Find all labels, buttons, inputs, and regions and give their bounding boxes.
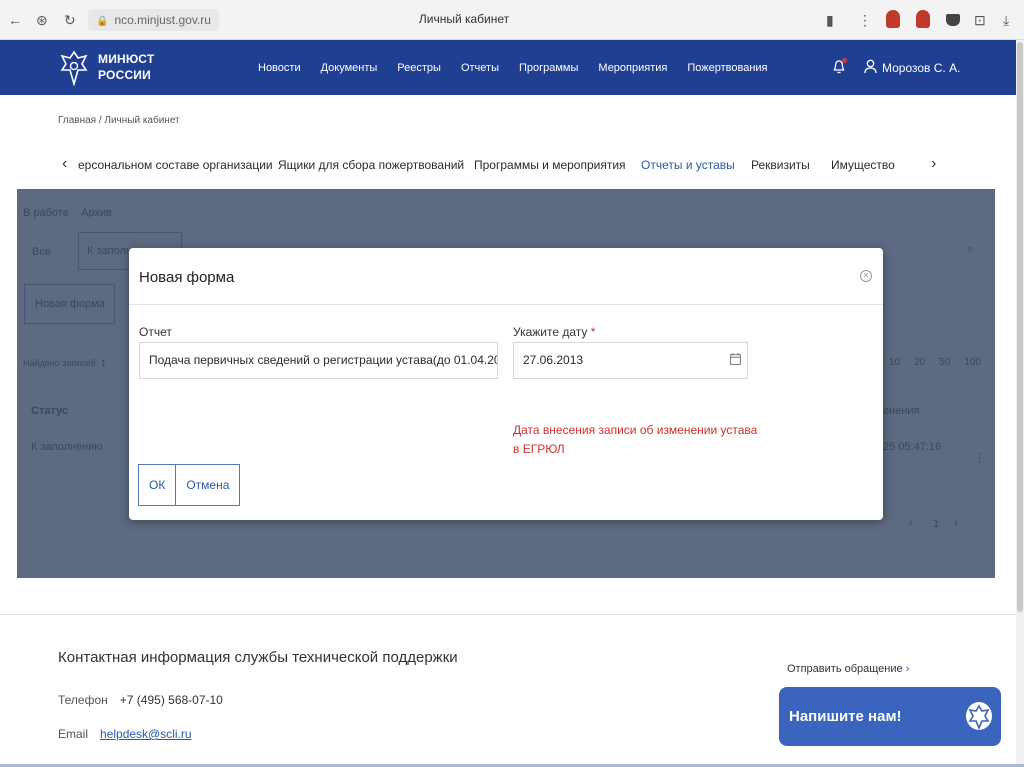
puzzle-extensions-icon[interactable]: ⊡ xyxy=(974,11,986,29)
phone-label: Телефон xyxy=(58,693,108,707)
tab-reports-charters[interactable]: Отчеты и уставы xyxy=(641,158,735,172)
tab-property[interactable]: Имущество xyxy=(831,158,895,172)
nav-documents[interactable]: Документы xyxy=(321,62,378,74)
bg-page-size: 50 xyxy=(939,357,951,368)
date-input[interactable]: 27.06.2013 xyxy=(513,342,748,379)
report-select-value: Подача первичных сведений о регистрации … xyxy=(149,353,498,367)
bg-page-size: 10 xyxy=(889,357,901,368)
bg-row-status: К заполнению xyxy=(31,441,103,453)
eagle-emblem-icon[interactable] xyxy=(60,50,88,86)
bg-page-size-options: 10 20 50 100 xyxy=(889,357,981,368)
bg-page-size: 20 xyxy=(914,357,926,368)
email-link[interactable]: helpdesk@scli.ru xyxy=(100,727,192,741)
chevron-right-icon: › xyxy=(905,663,910,675)
email-label: Email xyxy=(58,727,89,741)
breadcrumb[interactable]: Главная / Личный кабинет xyxy=(58,115,180,126)
bg-found-records: Найдено записей: 1 xyxy=(23,358,106,368)
bg-status-select-text: К заполн xyxy=(87,245,132,257)
report-field-label: Отчет xyxy=(139,325,172,339)
date-validation-error: Дата внесения записи об изменении устава… xyxy=(513,423,758,456)
send-request-link[interactable]: Отправить обращение › xyxy=(787,663,909,675)
bookmark-icon[interactable]: ▮ xyxy=(826,11,834,29)
modal-title: Новая форма xyxy=(139,269,235,286)
footer-title: Контактная информация службы технической… xyxy=(58,649,458,666)
modal-actions: ОК Отмена xyxy=(138,464,241,506)
bg-next-page-icon: › xyxy=(954,517,958,529)
nav-events[interactable]: Мероприятия xyxy=(598,62,667,74)
bg-row-menu-icon: ⋮ xyxy=(974,452,985,464)
nav-reports[interactable]: Отчеты xyxy=(461,62,499,74)
bg-col-changed: енения xyxy=(883,405,920,417)
site-logo[interactable]: МИНЮСТ РОССИИ xyxy=(98,51,154,83)
pocket-icon[interactable] xyxy=(946,14,960,26)
logo-line-1: МИНЮСТ xyxy=(98,52,155,66)
main-nav: Новости Документы Реестры Отчеты Програм… xyxy=(258,62,768,74)
bg-new-form-button: Новая форма xyxy=(24,284,115,324)
download-icon[interactable]: ⤓ xyxy=(1003,11,1009,29)
bg-search-icon: ⌕ xyxy=(967,243,974,255)
tab-requisites[interactable]: Реквизиты xyxy=(751,158,810,172)
user-icon[interactable] xyxy=(864,59,877,74)
tab-programs-events[interactable]: Программы и мероприятия xyxy=(474,158,626,172)
nav-donations[interactable]: Пожертвования xyxy=(687,62,767,74)
bg-tab-in-work: В работе xyxy=(23,207,69,219)
browser-tab-title: Личный кабинет xyxy=(418,12,510,26)
footer-email-row: Email helpdesk@scli.ru xyxy=(58,727,192,741)
bg-filter-all: Все xyxy=(32,246,51,258)
footer-phone-row: Телефон +7 (495) 568-07-10 xyxy=(58,693,223,707)
chevron-right-icon[interactable]: › xyxy=(931,155,936,173)
modal-header: Новая форма ✕ xyxy=(129,248,883,305)
tab-donation-boxes[interactable]: Ящики для сбора пожертвований xyxy=(278,158,464,172)
bg-tab-archive: Архив xyxy=(81,207,112,219)
logo-line-2: РОССИИ xyxy=(98,68,151,82)
footer-divider xyxy=(0,614,1024,615)
required-asterisk: * xyxy=(590,325,596,339)
chevron-left-icon[interactable]: ‹ xyxy=(62,155,67,173)
user-name[interactable]: Морозов С. А. xyxy=(882,61,960,75)
bg-col-status: Статус xyxy=(31,405,69,417)
tab-staff[interactable]: ерсональном составе организации xyxy=(78,158,273,172)
bg-page-number: 1 xyxy=(933,518,940,530)
bg-prev-page-icon: ‹ xyxy=(909,517,913,529)
close-icon[interactable]: ✕ xyxy=(860,270,872,282)
more-menu-icon[interactable]: ⋮ xyxy=(858,11,872,29)
bg-page-size: 100 xyxy=(964,357,982,368)
eagle-emblem-icon xyxy=(966,702,992,730)
date-field-label-text: Укажите дату xyxy=(513,325,588,339)
notification-badge xyxy=(842,58,847,63)
report-select[interactable]: Подача первичных сведений о регистрации … xyxy=(139,342,498,379)
scrollbar-thumb[interactable] xyxy=(1017,42,1023,612)
send-request-link-text: Отправить обращение xyxy=(787,663,903,675)
cancel-button[interactable]: Отмена xyxy=(175,465,240,505)
bg-new-form-button-label: Новая форма xyxy=(35,298,105,310)
phone-number[interactable]: +7 (495) 568-07-10 xyxy=(120,693,223,707)
extension-icon[interactable] xyxy=(886,10,900,28)
chat-button[interactable]: Напишите нам! xyxy=(779,687,1001,746)
nav-registries[interactable]: Реестры xyxy=(397,62,441,74)
date-input-value: 27.06.2013 xyxy=(523,353,584,367)
calendar-icon[interactable] xyxy=(730,353,741,365)
ok-button[interactable]: ОК xyxy=(139,465,176,505)
new-form-modal: Новая форма ✕ Отчет Подача первичных све… xyxy=(129,248,883,520)
chat-button-label: Напишите нам! xyxy=(789,708,902,725)
extension-icon[interactable] xyxy=(916,10,930,28)
nav-programs[interactable]: Программы xyxy=(519,62,578,74)
bg-row-time: 25 05:47:16 xyxy=(883,441,942,453)
date-field-label: Укажите дату * xyxy=(513,325,595,339)
nav-news[interactable]: Новости xyxy=(258,62,301,74)
section-tabs: ‹ ерсональном составе организации Ящики … xyxy=(58,150,948,180)
